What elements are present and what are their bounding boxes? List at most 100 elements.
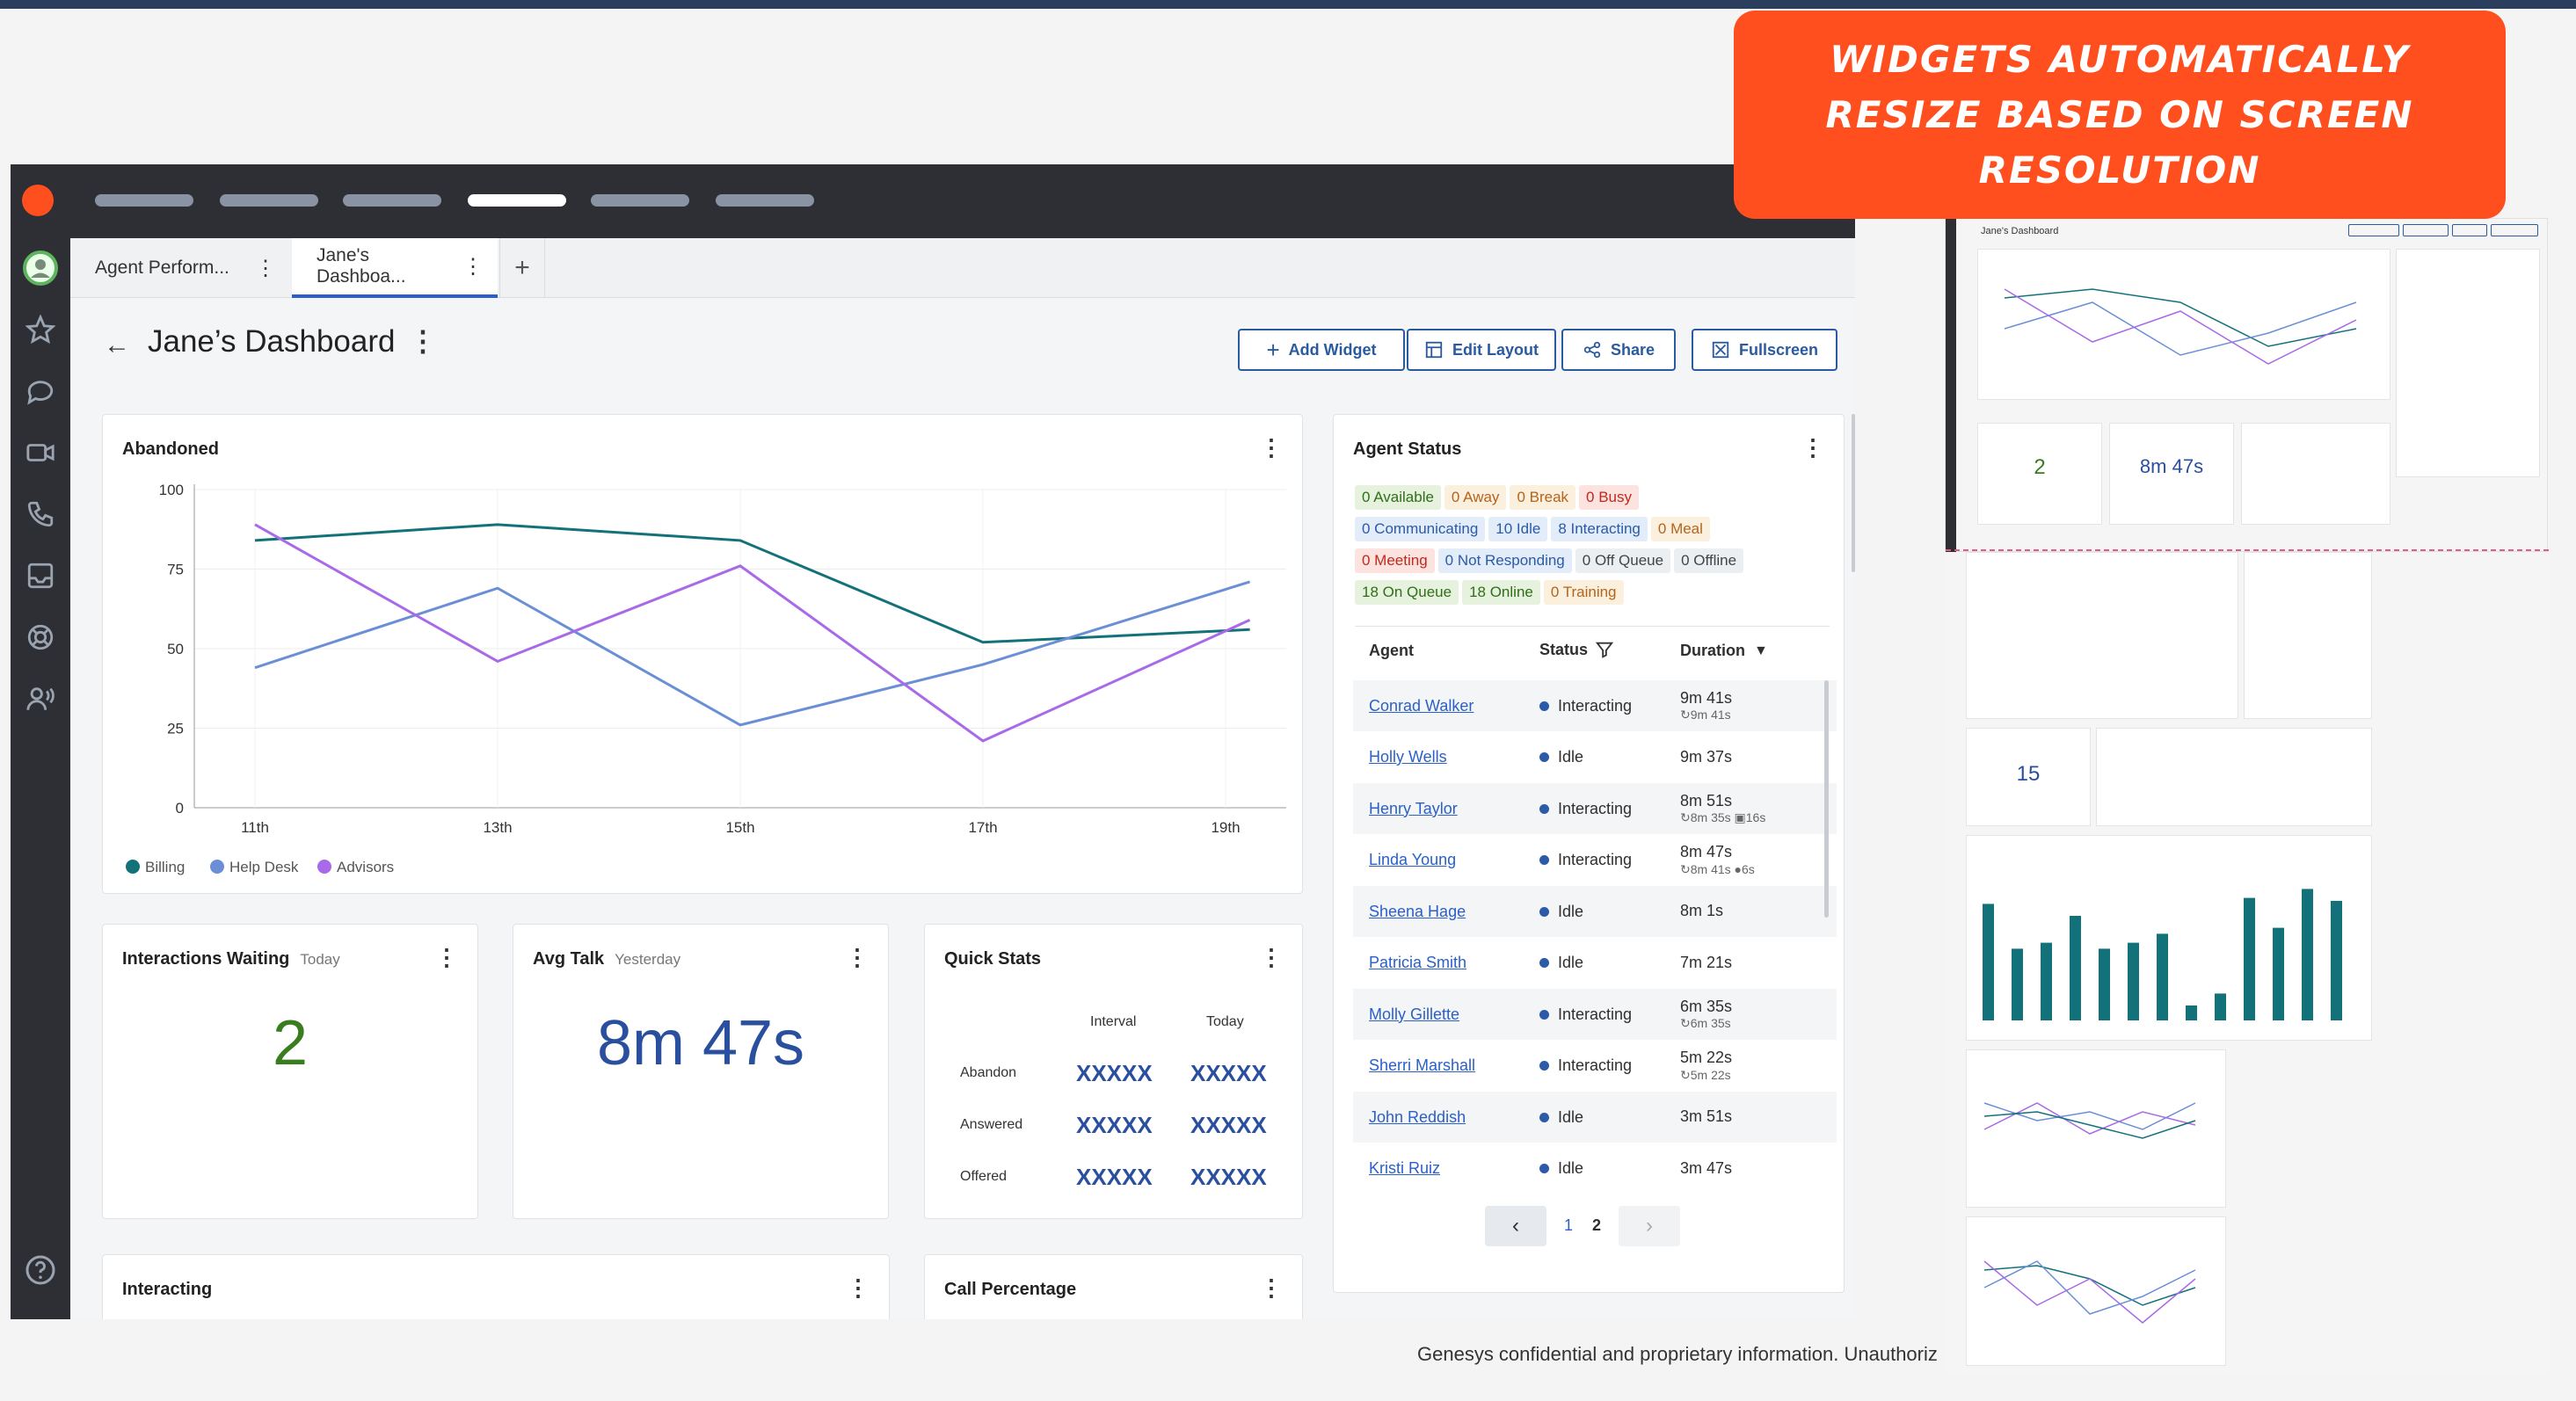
status-dot-icon xyxy=(1539,752,1549,762)
nav-placeholder-active[interactable] xyxy=(468,194,566,207)
status-badge: 0 Busy xyxy=(1579,485,1639,510)
prev-page-button[interactable]: ‹ xyxy=(1485,1206,1546,1246)
table-scrollbar[interactable] xyxy=(1824,680,1829,918)
phone-icon[interactable] xyxy=(23,497,58,532)
widget-menu-icon[interactable]: ⋮ xyxy=(1260,1276,1283,1299)
widget-menu-icon[interactable]: ⋮ xyxy=(846,946,869,969)
tab-menu-icon[interactable]: ⋮ xyxy=(462,254,482,279)
fullscreen-button[interactable]: Fullscreen xyxy=(1692,329,1837,371)
agent-name-link[interactable]: Henry Taylor xyxy=(1369,800,1458,818)
star-icon[interactable] xyxy=(23,312,58,347)
agent-name-link[interactable]: Holly Wells xyxy=(1369,748,1447,766)
tab-agent-performance[interactable]: Agent Perform... ⋮ xyxy=(70,238,290,298)
resized-dashboard-preview-lower: 15 xyxy=(1945,552,2548,1374)
video-icon[interactable] xyxy=(23,435,58,470)
page-scrollbar[interactable] xyxy=(1852,414,1855,572)
agent-name-link[interactable]: Conrad Walker xyxy=(1369,697,1474,715)
agent-name-link[interactable]: Linda Young xyxy=(1369,851,1456,869)
agent-duration-detail: ↻9m 41s xyxy=(1680,708,1732,722)
agent-duration-detail: ↻8m 35s ▣16s xyxy=(1680,810,1765,825)
agent-name-link[interactable]: Molly Gillette xyxy=(1369,1005,1459,1024)
x-tick-label: 15th xyxy=(725,819,754,836)
agent-duration: 6m 35s↻6m 35s xyxy=(1680,998,1732,1031)
edit-layout-button[interactable]: Edit Layout xyxy=(1407,329,1556,371)
widget-menu-icon[interactable]: ⋮ xyxy=(1260,946,1283,969)
agent-duration-value: 7m 21s xyxy=(1680,954,1732,971)
inbox-icon[interactable] xyxy=(23,558,58,593)
tab-label: Agent Perform... xyxy=(95,258,229,279)
agent-name-link[interactable]: Kristi Ruiz xyxy=(1369,1159,1440,1178)
y-tick-label: 100 xyxy=(159,482,184,498)
next-page-button[interactable]: › xyxy=(1619,1206,1680,1246)
back-arrow-icon[interactable]: ← xyxy=(104,330,130,360)
preview-iw-value: 2 xyxy=(1978,455,2101,480)
status-badge: 0 Meal xyxy=(1651,517,1710,541)
top-accent-bar xyxy=(0,0,2576,9)
share-icon xyxy=(1583,340,1602,359)
agent-status: Idle xyxy=(1539,903,1583,921)
call-percentage-widget: Call Percentage ⋮ xyxy=(924,1254,1303,1319)
widget-menu-icon[interactable]: ⋮ xyxy=(435,946,458,969)
preview-abandoned xyxy=(1977,249,2390,400)
agent-duration-value: 3m 47s xyxy=(1680,1159,1732,1177)
user-avatar-icon[interactable] xyxy=(23,250,58,286)
series-line-help-desk[interactable] xyxy=(255,582,1250,725)
page-2-link[interactable]: 2 xyxy=(1592,1216,1601,1235)
status-badge: 0 Offline xyxy=(1674,548,1743,573)
col-duration[interactable]: Duration ▼ xyxy=(1680,642,1768,660)
nav-placeholder-5[interactable] xyxy=(591,194,689,207)
quick-stat-today-value: XXXXX xyxy=(1190,1112,1267,1139)
widget-title-text: Avg Talk xyxy=(533,949,604,969)
status-dot-icon xyxy=(1539,1061,1549,1071)
help-icon[interactable] xyxy=(23,1252,58,1288)
widget-menu-icon[interactable]: ⋮ xyxy=(1801,436,1824,459)
series-line-billing[interactable] xyxy=(255,525,1250,642)
col-status[interactable]: Status xyxy=(1539,640,1614,659)
share-button[interactable]: Share xyxy=(1561,329,1676,371)
page-menu-icon[interactable]: ⋮ xyxy=(409,324,437,358)
chat-icon[interactable] xyxy=(23,374,58,409)
agent-name-link[interactable]: Patricia Smith xyxy=(1369,954,1466,972)
agent-name-link[interactable]: Sherri Marshall xyxy=(1369,1056,1475,1075)
preview-title: Jane's Dashboard xyxy=(1981,226,2058,236)
agent-status: Interacting xyxy=(1539,1056,1632,1075)
quick-stat-today-value: XXXXX xyxy=(1190,1164,1267,1191)
widget-title: Interacting xyxy=(122,1280,212,1300)
preview-agent-status xyxy=(2396,249,2540,477)
status-badge: 8 Interacting xyxy=(1551,517,1648,541)
add-tab-button[interactable]: + xyxy=(499,238,545,298)
x-tick-label: 13th xyxy=(483,819,512,836)
sort-desc-icon[interactable]: ▼ xyxy=(1754,643,1768,659)
status-badge: 18 On Queue xyxy=(1355,580,1459,605)
status-badge: 0 Available xyxy=(1355,485,1441,510)
avg-talk-widget: Avg TalkYesterday ⋮ 8m 47s xyxy=(513,924,889,1219)
widget-menu-icon[interactable]: ⋮ xyxy=(847,1276,870,1299)
nav-placeholder-1[interactable] xyxy=(95,194,193,207)
quick-stat-interval-value: XXXXX xyxy=(1076,1112,1153,1139)
tab-janes-dashboard[interactable]: Jane's Dashboa... ⋮ xyxy=(292,238,498,298)
tab-menu-icon[interactable]: ⋮ xyxy=(255,256,274,281)
status-badge: 0 Communicating xyxy=(1355,517,1485,541)
agent-name-link[interactable]: Sheena Hage xyxy=(1369,903,1466,921)
nav-placeholder-3[interactable] xyxy=(343,194,441,207)
quick-stat-today-value: XXXXX xyxy=(1190,1060,1267,1087)
preview-share xyxy=(2452,224,2487,236)
nav-placeholder-6[interactable] xyxy=(716,194,814,207)
series-line-advisors[interactable] xyxy=(255,525,1250,741)
preview-call-percentage xyxy=(2244,552,2372,719)
nav-placeholder-2[interactable] xyxy=(220,194,318,207)
resized-dashboard-preview: Jane's Dashboard 2 8m 47s xyxy=(1945,218,2548,552)
people-icon[interactable] xyxy=(23,681,58,716)
filter-icon[interactable] xyxy=(1595,640,1614,659)
app-header xyxy=(11,164,1855,238)
agent-name-link[interactable]: John Reddish xyxy=(1369,1108,1466,1127)
page-1-link[interactable]: 1 xyxy=(1564,1216,1573,1235)
add-widget-button[interactable]: + Add Widget xyxy=(1238,329,1405,371)
agent-duration-detail: ↻5m 22s xyxy=(1680,1068,1732,1083)
support-icon[interactable] xyxy=(23,620,58,655)
agent-duration-value: 6m 35s xyxy=(1680,998,1732,1015)
resize-callout: WIDGETS AUTOMATICALLY RESIZE BASED ON SC… xyxy=(1734,11,2506,219)
widget-title: Call Percentage xyxy=(944,1280,1076,1300)
preview-edit-layout xyxy=(2403,224,2449,236)
status-dot-icon xyxy=(1539,958,1549,968)
